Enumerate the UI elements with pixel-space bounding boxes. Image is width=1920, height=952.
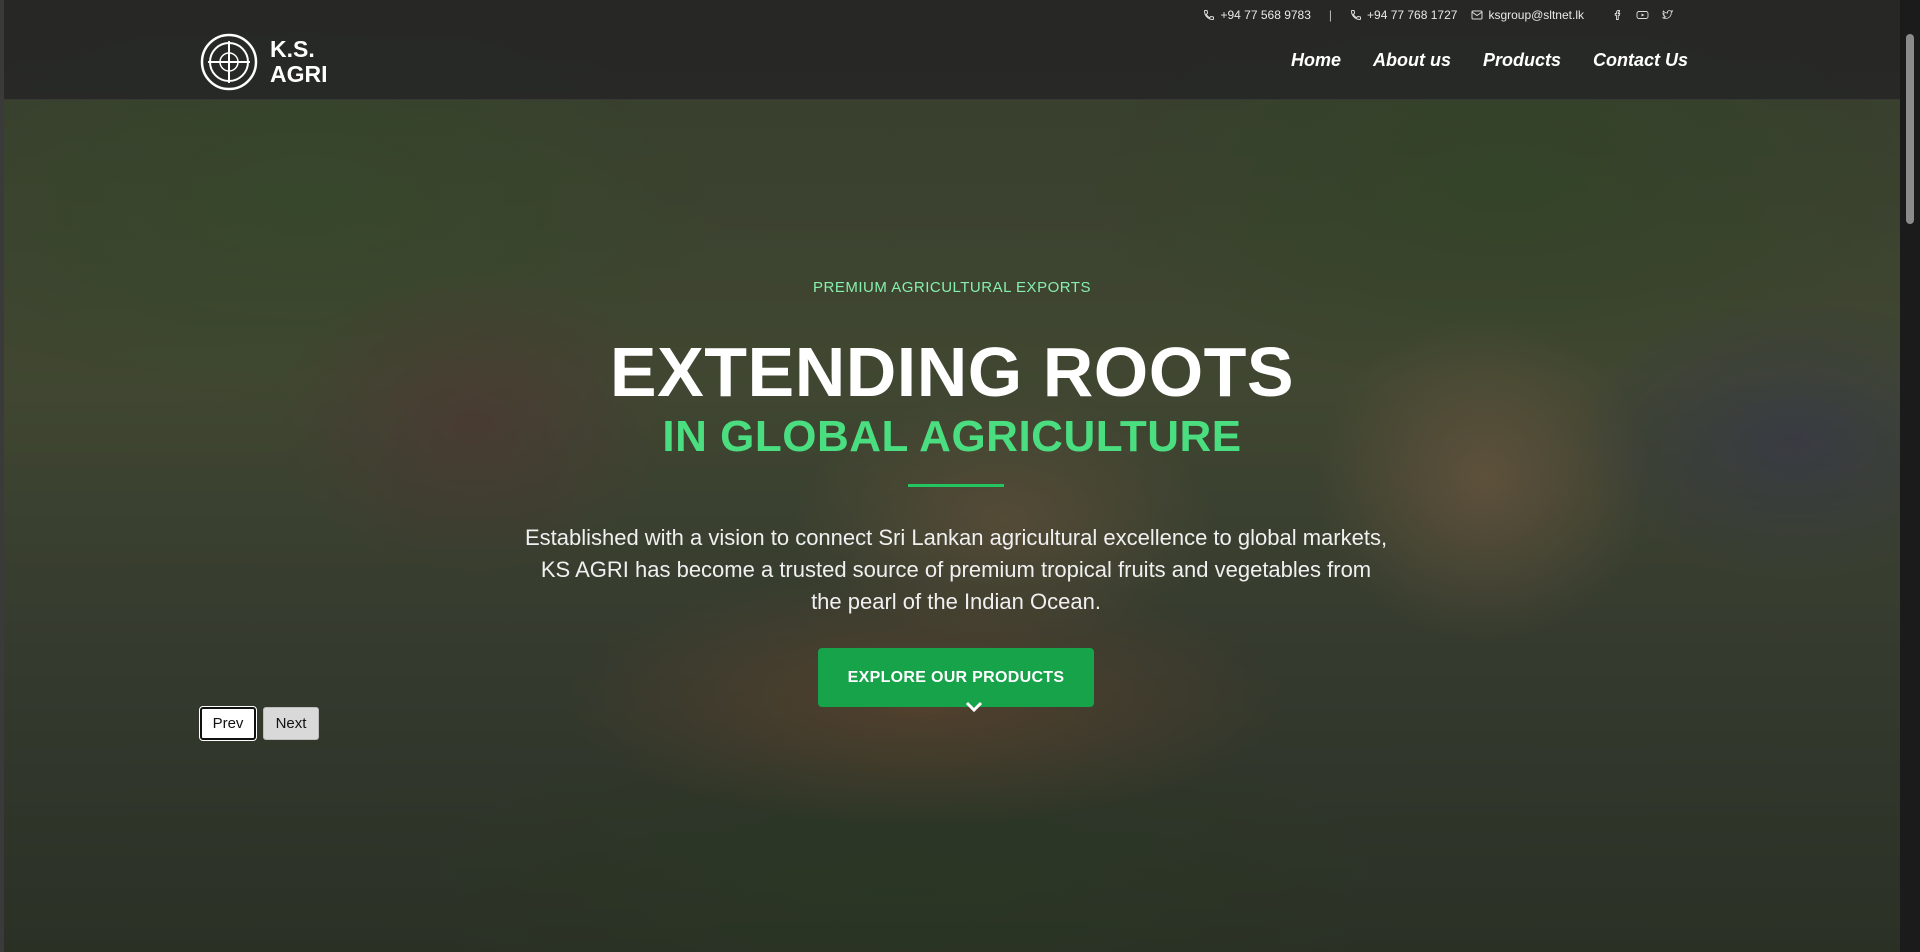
nav-contact-us[interactable]: Contact Us <box>1593 50 1688 71</box>
site-logo[interactable]: K.S. AGRI <box>200 33 328 91</box>
logo-line1: K.S. <box>270 36 315 62</box>
social-links <box>1612 9 1674 21</box>
youtube-icon[interactable] <box>1636 9 1649 21</box>
mail-icon <box>1471 10 1483 20</box>
twitter-icon[interactable] <box>1661 9 1674 21</box>
phone-number-2: +94 77 768 1727 <box>1367 8 1458 22</box>
hero-title: EXTENDING ROOTS <box>609 333 1295 411</box>
phone-contact-1[interactable]: +94 77 568 9783 <box>1203 8 1311 22</box>
explore-products-button[interactable]: EXPLORE OUR PRODUCTS <box>818 648 1094 707</box>
facebook-icon[interactable] <box>1612 9 1624 21</box>
slider-next-button[interactable]: Next <box>263 707 319 740</box>
slider-prev-button[interactable]: Prev <box>199 706 257 741</box>
nav-home[interactable]: Home <box>1291 50 1341 71</box>
phone-contact-2[interactable]: +94 77 768 1727 <box>1350 8 1457 22</box>
phone-icon <box>1351 10 1362 21</box>
nav-products[interactable]: Products <box>1483 50 1561 71</box>
hero-eyebrow: PREMIUM AGRICULTURAL EXPORTS <box>813 279 1091 296</box>
hero-description: Established with a vision to connect Sri… <box>524 525 1388 614</box>
main-nav: Home About us Products Contact Us <box>1291 50 1688 71</box>
phone-number-1: +94 77 568 9783 <box>1220 8 1311 22</box>
email-contact[interactable]: ksgroup@sltnet.lk <box>1471 8 1584 22</box>
scrollbar-thumb[interactable] <box>1906 34 1914 224</box>
contact-bar: +94 77 568 9783 | +94 77 768 1727 ksgrou… <box>1203 8 1674 22</box>
contact-separator: | <box>1328 8 1333 22</box>
hero-overlay <box>4 0 1900 952</box>
logo-emblem-icon <box>200 33 258 91</box>
chevron-down-icon[interactable] <box>964 700 984 714</box>
nav-about-us[interactable]: About us <box>1373 50 1451 71</box>
site-header: K.S. AGRI +94 77 568 9783 | +94 77 768 1… <box>4 0 1900 100</box>
email-address: ksgroup@sltnet.lk <box>1488 8 1584 22</box>
hero-background-image <box>4 0 1900 952</box>
title-divider <box>908 484 1004 487</box>
logo-text: K.S. AGRI <box>270 37 328 87</box>
logo-line2: AGRI <box>270 61 328 87</box>
phone-icon <box>1204 10 1215 21</box>
page-scrollbar[interactable] <box>1900 0 1920 952</box>
hero-subtitle: IN GLOBAL AGRICULTURE <box>662 412 1242 461</box>
